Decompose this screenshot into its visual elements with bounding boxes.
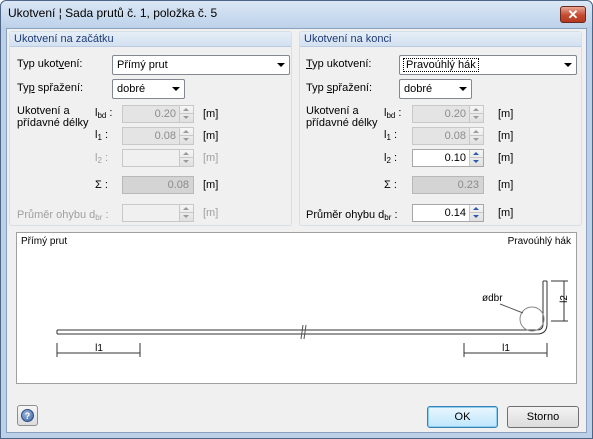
preview-left-caption: Přímý prut [21, 236, 67, 247]
start-lbd-symbol: lbd : [95, 107, 113, 120]
end-coupling-select[interactable]: dobré [399, 79, 472, 99]
dialog-window: Ukotvení ¦ Sada prutů č. 1, položka č. 5… [0, 0, 593, 439]
end-type-select[interactable]: Pravoúhlý hák [399, 55, 577, 75]
end-l2-unit: [m] [498, 152, 514, 164]
cancel-button[interactable]: Storno [507, 406, 579, 428]
start-coupling-label: Typ spřažení: [17, 82, 84, 94]
start-coupling-select[interactable]: dobré [112, 79, 185, 99]
start-diameter-spinner[interactable] [122, 204, 194, 222]
end-coupling-label: Typ spřažení: [306, 82, 373, 94]
end-l2-spinner[interactable]: 0.10 [412, 149, 484, 167]
end-l1-unit: [m] [498, 130, 514, 142]
end-sum-field: 0.23 [412, 176, 484, 194]
start-type-value: Přímý prut [117, 59, 168, 71]
start-type-label: Typ ukotvení: [17, 58, 83, 70]
spin-buttons-icon[interactable] [469, 106, 483, 122]
chevron-down-icon[interactable] [277, 63, 285, 67]
close-icon[interactable]: ✕ [568, 7, 579, 22]
end-type-label: Typ ukotvení: [306, 58, 372, 70]
start-anchorage-group: Ukotvení na začátku Typ ukotvení: Přímý … [9, 31, 292, 226]
chevron-down-icon[interactable] [459, 87, 467, 91]
start-lengths-label-2: přídavné délky [17, 117, 89, 129]
end-group-title: Ukotvení na konci [300, 32, 581, 47]
window-title: Ukotvení ¦ Sada prutů č. 1, položka č. 5 [8, 6, 218, 20]
start-l1-unit: [m] [203, 130, 219, 142]
start-diameter-label: Průměr ohybu dbr : [17, 209, 109, 222]
start-diameter-unit: [m] [203, 207, 219, 219]
start-type-select[interactable]: Přímý prut [112, 55, 290, 75]
start-l2-unit: [m] [203, 152, 219, 164]
start-l1-spinner[interactable]: 0.08 [122, 127, 194, 145]
dim-l1-left-label: l1 [95, 343, 103, 354]
start-sum-symbol: Σ : [95, 179, 108, 191]
dialog-client: Ukotvení na začátku Typ ukotvení: Přímý … [6, 28, 587, 433]
start-lengths-label-1: Ukotvení a [17, 105, 70, 117]
dim-diameter-label: ødbr [482, 293, 503, 304]
start-sum-field: 0.08 [122, 176, 194, 194]
end-sum-symbol: Σ : [384, 179, 397, 191]
end-l2-symbol: l2 : [384, 152, 398, 165]
chevron-down-icon[interactable] [172, 87, 180, 91]
spin-buttons-icon[interactable] [179, 106, 193, 122]
end-lbd-spinner[interactable]: 0.20 [412, 105, 484, 123]
end-l1-symbol: l1 : [384, 129, 398, 142]
bend-diameter-circle [519, 306, 545, 332]
dim-l1-right-label: l1 [502, 343, 510, 354]
end-lengths-label-2: přídavné délky [306, 117, 378, 129]
start-coupling-value: dobré [117, 83, 146, 95]
end-lengths-label-1: Ukotvení a [306, 105, 359, 117]
start-sum-unit: [m] [203, 179, 219, 191]
end-anchorage-group: Ukotvení na konci Typ ukotvení: Pravoúhl… [299, 31, 582, 226]
anchorage-preview: Přímý prut Pravoúhlý hák ødbr l2 l1 l1 [16, 232, 577, 384]
start-group-title: Ukotvení na začátku [10, 32, 291, 47]
start-l1-symbol: l1 : [95, 129, 109, 142]
ok-button[interactable]: OK [427, 406, 498, 428]
preview-right-caption: Pravoúhlý hák [508, 236, 572, 247]
spin-buttons-icon[interactable] [469, 128, 483, 144]
spin-buttons-icon[interactable] [179, 150, 193, 166]
end-sum-unit: [m] [498, 179, 514, 191]
start-lbd-spinner[interactable]: 0.20 [122, 105, 194, 123]
title-bar[interactable]: Ukotvení ¦ Sada prutů č. 1, položka č. 5… [1, 1, 592, 27]
end-diameter-label: Průměr ohybu dbr : [306, 209, 398, 222]
help-icon[interactable]: ? [21, 409, 34, 422]
end-diameter-spinner[interactable]: 0.14 [412, 204, 484, 222]
chevron-down-icon[interactable] [564, 63, 572, 67]
end-diameter-unit: [m] [498, 207, 514, 219]
end-lbd-unit: [m] [498, 108, 514, 120]
spin-buttons-icon[interactable] [179, 205, 193, 221]
end-type-value: Pravoúhlý hák [403, 58, 479, 72]
bend-diameter-leader [499, 303, 524, 314]
start-l2-symbol: l2 : [95, 152, 109, 165]
dim-l2-label: l2 [559, 295, 570, 303]
spin-buttons-icon[interactable] [179, 128, 193, 144]
help-button[interactable]: ? [17, 405, 38, 426]
start-l2-spinner[interactable] [122, 149, 194, 167]
close-button[interactable]: ✕ [560, 6, 586, 23]
start-lbd-unit: [m] [203, 108, 219, 120]
rebar-bar [56, 280, 548, 340]
end-lbd-symbol: lbd : [384, 107, 402, 120]
spin-buttons-icon[interactable] [469, 150, 483, 166]
spin-buttons-icon[interactable] [469, 205, 483, 221]
end-l1-spinner[interactable]: 0.08 [412, 127, 484, 145]
rebar-diagram: Přímý prut Pravoúhlý hák ødbr l2 l1 l1 [21, 236, 572, 357]
end-coupling-value: dobré [404, 83, 433, 95]
